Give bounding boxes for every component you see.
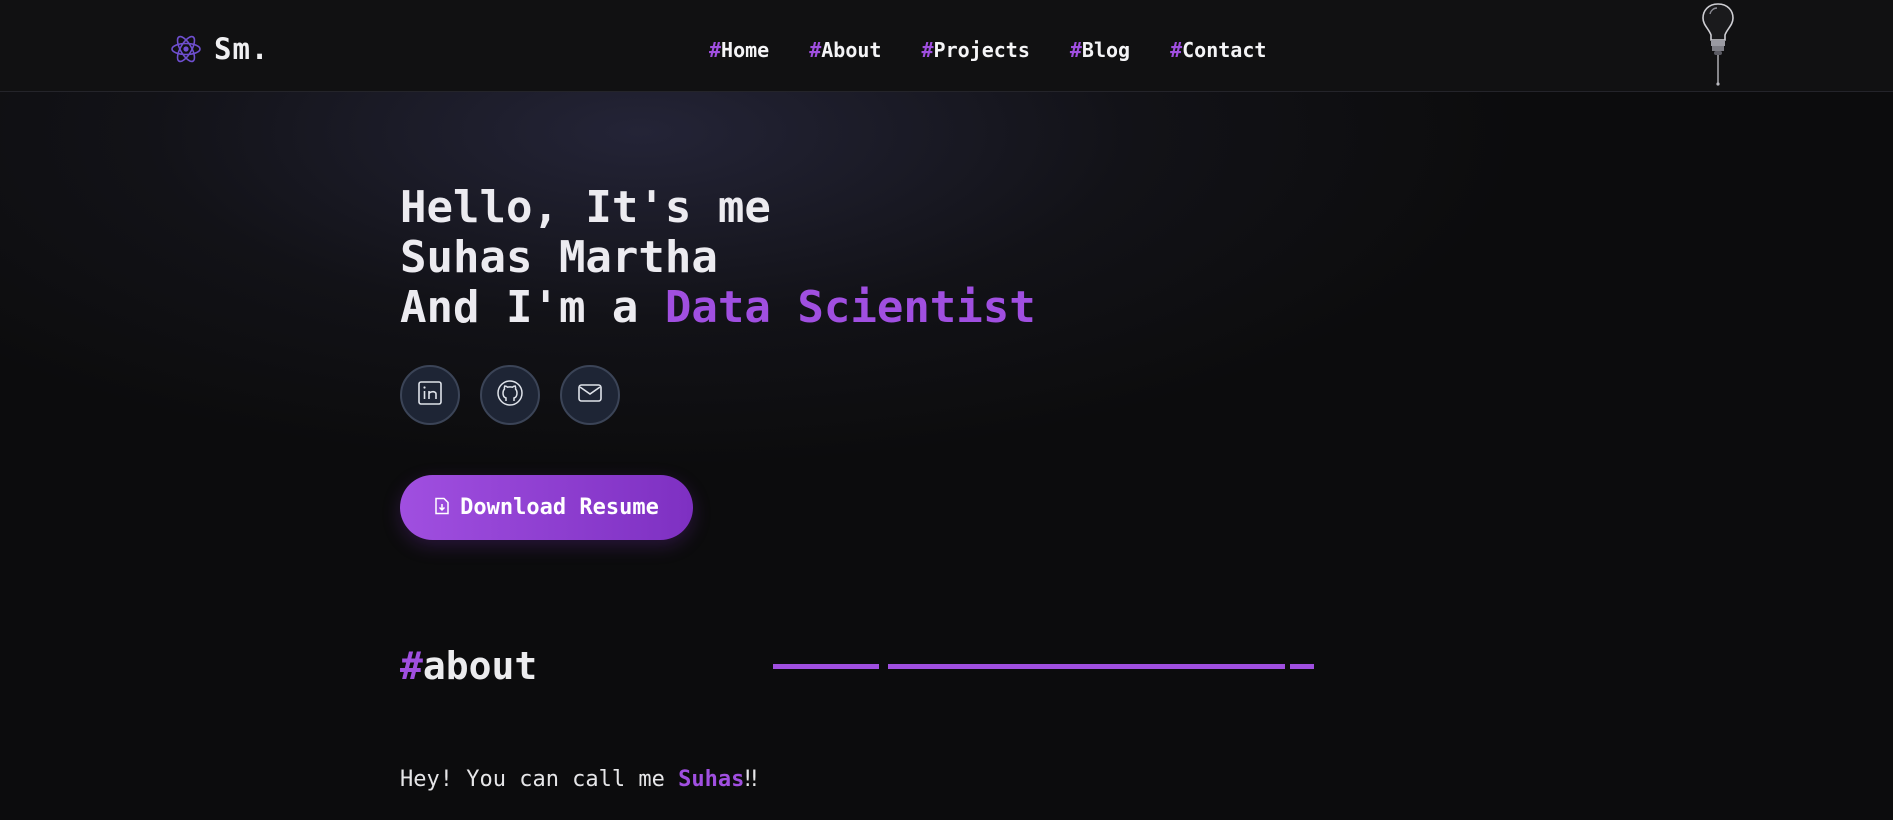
email-button[interactable]	[560, 365, 620, 425]
nav-hash: #	[921, 38, 934, 62]
hero-name: Suhas Martha	[400, 232, 718, 283]
nav-label: Blog	[1081, 38, 1131, 62]
hero-section: Hello, It's me Suhas Martha And I'm a Da…	[400, 183, 1036, 333]
logo[interactable]: Sm.	[170, 32, 269, 66]
nav-label: Projects	[933, 38, 1030, 62]
nav-label: About	[821, 38, 882, 62]
linkedin-button[interactable]	[400, 365, 460, 425]
github-icon	[495, 378, 525, 412]
nav-link-contact[interactable]: # Contact	[1170, 38, 1266, 62]
github-button[interactable]	[480, 365, 540, 425]
about-intro-prefix: Hey! You can call me	[400, 767, 679, 792]
heading-divider-segment	[1290, 664, 1314, 669]
site-header: Sm. # Home # About # Projects # Blog # Contac…	[0, 0, 1893, 92]
nav-link-blog[interactable]: # Blog	[1070, 38, 1130, 62]
nav-hash: #	[709, 38, 722, 62]
mail-icon	[576, 379, 604, 411]
hero-greeting: Hello, It's me	[400, 182, 771, 233]
nav-hash: #	[1170, 38, 1183, 62]
heading-divider-segment	[888, 664, 1285, 669]
nav-hash: #	[1069, 38, 1082, 62]
nav-link-about[interactable]: # About	[809, 38, 881, 62]
about-section-heading: #about	[400, 644, 537, 688]
nav-link-projects[interactable]: # Projects	[921, 38, 1029, 62]
nav-label: Home	[721, 38, 770, 62]
logo-text: Sm.	[214, 32, 270, 66]
about-intro: Hey! You can call me Suhas‼	[400, 767, 758, 792]
about-heading-text: about	[422, 644, 538, 688]
file-download-icon	[434, 497, 450, 519]
hero-role-prefix: And I'm a	[400, 282, 665, 333]
about-intro-name: Suhas	[678, 767, 745, 792]
linkedin-icon	[416, 379, 444, 411]
nav-hash: #	[809, 38, 822, 62]
atom-icon	[170, 33, 202, 65]
lightbulb-icon[interactable]	[1700, 2, 1736, 86]
hero-role: Data Scientist	[664, 282, 1036, 333]
about-intro-suffix: ‼	[744, 767, 758, 792]
hero-role-line: And I'm a Data Scientist	[400, 283, 1036, 333]
nav-link-home[interactable]: # Home	[709, 38, 769, 62]
about-heading-hash: #	[400, 644, 423, 688]
nav-label: Contact	[1182, 38, 1267, 62]
social-links	[400, 365, 640, 425]
main-nav: # Home # About # Projects # Blog # Contact	[709, 38, 1306, 62]
download-resume-label: Download Resume	[460, 495, 659, 520]
heading-divider-segment	[773, 664, 879, 669]
download-resume-button[interactable]: Download Resume	[400, 475, 693, 540]
